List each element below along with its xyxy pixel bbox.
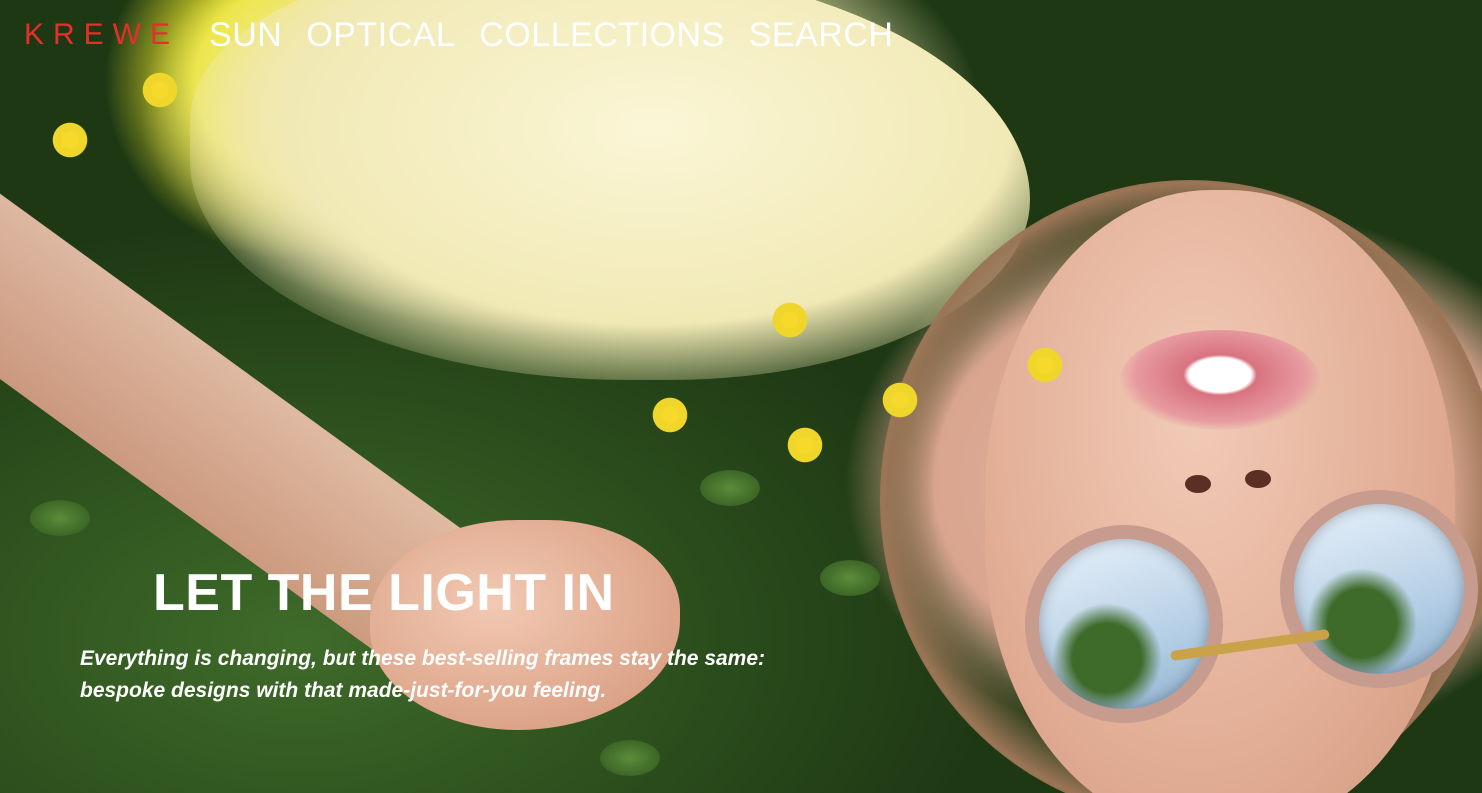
- flower: [770, 300, 810, 340]
- leaf: [700, 470, 760, 506]
- hero-mouth: [1120, 330, 1320, 430]
- flower: [880, 380, 920, 420]
- leaf: [820, 560, 880, 596]
- top-nav: KREWE SUN OPTICAL COLLECTIONS SEARCH: [24, 12, 893, 58]
- flower: [785, 425, 825, 465]
- flower: [1025, 345, 1065, 385]
- sunglasses-lens-left: [1025, 525, 1223, 723]
- hero-subcopy: Everything is changing, but these best-s…: [80, 647, 766, 702]
- brand-logo[interactable]: KREWE: [24, 18, 179, 52]
- nav-link-optical[interactable]: OPTICAL: [306, 16, 455, 55]
- nav-link-search[interactable]: SEARCH: [749, 16, 894, 55]
- leaf: [30, 500, 90, 536]
- flower: [650, 395, 690, 435]
- hero-headline: LET THE LIGHT IN: [153, 564, 615, 622]
- flower: [50, 120, 90, 160]
- flower: [140, 70, 180, 110]
- nav-link-collections[interactable]: COLLECTIONS: [479, 16, 724, 55]
- nav-link-sun[interactable]: SUN: [209, 16, 282, 55]
- sunglasses-lens-right: [1280, 490, 1478, 688]
- hero-nostril: [1185, 475, 1211, 493]
- leaf: [600, 740, 660, 776]
- hero-nostril: [1245, 470, 1271, 488]
